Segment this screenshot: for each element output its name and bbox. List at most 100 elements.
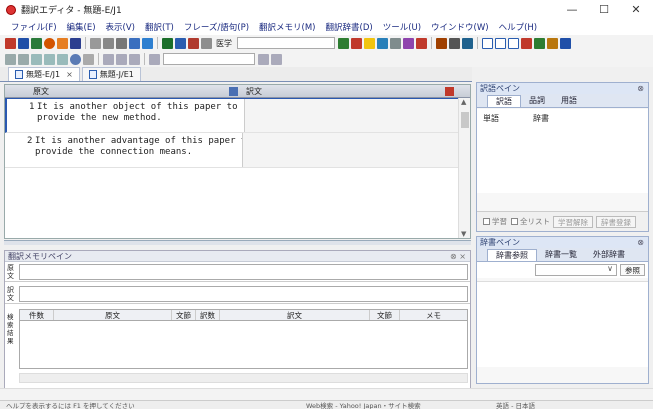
view-toggle-3-icon[interactable]: [508, 37, 519, 49]
dict-add-icon[interactable]: [547, 37, 558, 49]
tm-target-field[interactable]: [19, 286, 468, 302]
stop-icon[interactable]: [188, 37, 199, 49]
field-label[interactable]: 医学: [216, 38, 232, 49]
tab-close-button[interactable]: ×: [66, 70, 73, 79]
tm-source-field[interactable]: [19, 264, 468, 280]
record-icon[interactable]: [116, 53, 127, 65]
dict-select[interactable]: [535, 264, 617, 276]
open-icon[interactable]: [18, 37, 29, 49]
menu-memory[interactable]: 翻訳メモリ(M): [254, 21, 320, 33]
target-cell[interactable]: [242, 133, 458, 167]
tab-je1[interactable]: 無題-J/E1: [81, 67, 141, 81]
learn-checkbox[interactable]: [483, 218, 490, 225]
heart-icon[interactable]: [416, 37, 427, 49]
dict-icon[interactable]: [377, 37, 388, 49]
view-toggle-2-icon[interactable]: [495, 37, 506, 49]
text-icon[interactable]: [57, 53, 68, 65]
col-source[interactable]: 原文: [54, 310, 172, 320]
pane-splitter[interactable]: [4, 240, 471, 245]
translate-icon[interactable]: [162, 37, 173, 49]
menu-translate[interactable]: 翻訳(T): [140, 21, 179, 33]
list-icon[interactable]: [149, 53, 160, 65]
tab-external-dict[interactable]: 外部辞書: [585, 249, 633, 261]
grid-row[interactable]: 1 It is another object of this paper to …: [5, 98, 470, 133]
cut-icon[interactable]: [90, 37, 101, 49]
paste-icon[interactable]: [116, 37, 127, 49]
menu-phrase[interactable]: フレーズ/語句(P): [179, 21, 254, 33]
tab-terms[interactable]: 訳語: [487, 95, 521, 107]
target-header-icon[interactable]: [445, 87, 454, 96]
web-icon[interactable]: [44, 37, 55, 49]
check-icon[interactable]: [403, 37, 414, 49]
font-icon[interactable]: [390, 37, 401, 49]
tab-dict-list[interactable]: 辞書一覧: [537, 249, 585, 261]
refresh-icon[interactable]: [31, 53, 42, 65]
col-dictionary[interactable]: 辞書: [533, 113, 549, 124]
save-icon[interactable]: [70, 37, 81, 49]
col-word[interactable]: 単語: [483, 113, 533, 124]
source-cell[interactable]: 2 It is another advantage of this paper …: [5, 133, 252, 167]
open-folder-icon[interactable]: [31, 37, 42, 49]
globe-icon[interactable]: [70, 53, 81, 65]
status-web-search[interactable]: Web検索 - Yahoo! Japan・サイト検索: [300, 400, 450, 409]
target-cell[interactable]: [244, 99, 460, 132]
forward-icon[interactable]: [18, 53, 29, 65]
edit-icon[interactable]: [436, 37, 447, 49]
tab-glossary[interactable]: 用語: [553, 95, 585, 107]
maximize-button[interactable]: ☐: [588, 0, 620, 19]
play-icon[interactable]: [103, 53, 114, 65]
translate-all-icon[interactable]: [175, 37, 186, 49]
all-list-checkbox[interactable]: [511, 218, 518, 225]
highlight-icon[interactable]: [364, 37, 375, 49]
target-column-header[interactable]: 訳文: [242, 85, 458, 97]
help-icon[interactable]: [142, 37, 153, 49]
source-column-header[interactable]: 原文: [5, 85, 242, 97]
close-button[interactable]: ✕: [620, 0, 652, 19]
new-doc-icon[interactable]: [5, 37, 16, 49]
source-header-icon[interactable]: [229, 87, 238, 96]
menu-edit[interactable]: 編集(E): [62, 21, 101, 33]
memory-search-icon[interactable]: [338, 37, 349, 49]
col-target[interactable]: 訳文: [220, 310, 370, 320]
tm-horizontal-scrollbar[interactable]: [19, 373, 468, 383]
copy-icon[interactable]: [103, 37, 114, 49]
dict-pane-pin-icon[interactable]: ⊗: [637, 237, 644, 248]
col-target-segments[interactable]: 文節: [370, 310, 400, 320]
dict-lookup-icon[interactable]: [534, 37, 545, 49]
tab-ej1[interactable]: 無題-E/J1 ×: [8, 67, 80, 81]
col-source-segments[interactable]: 文節: [172, 310, 196, 320]
tab-part-of-speech[interactable]: 品詞: [521, 95, 553, 107]
font-select[interactable]: [163, 53, 255, 65]
view-toggle-1-icon[interactable]: [482, 37, 493, 49]
back-icon[interactable]: [5, 53, 16, 65]
split-icon[interactable]: [129, 53, 140, 65]
field-select[interactable]: [237, 37, 335, 49]
quote-icon[interactable]: [521, 37, 532, 49]
tab-dict-lookup[interactable]: 辞書参照: [487, 249, 537, 261]
col-memo[interactable]: メモ: [400, 310, 467, 320]
print-icon[interactable]: [449, 37, 460, 49]
menu-window[interactable]: ウインドウ(W): [426, 21, 494, 33]
grid-row[interactable]: 2 It is another advantage of this paper …: [5, 133, 470, 168]
undo-icon[interactable]: [129, 37, 140, 49]
col-translation-count[interactable]: 訳数: [196, 310, 220, 320]
scroll-up-icon[interactable]: ▲: [461, 98, 466, 106]
source-cell[interactable]: 1 It is another object of this paper to …: [7, 99, 244, 132]
menu-view[interactable]: 表示(V): [101, 21, 140, 33]
style-icon[interactable]: [258, 53, 269, 65]
format-icon[interactable]: [271, 53, 282, 65]
replace-icon[interactable]: [44, 53, 55, 65]
menu-file[interactable]: ファイル(F): [6, 21, 62, 33]
menu-dictionary[interactable]: 翻訳辞書(D): [321, 21, 378, 33]
tm-pane-close-button[interactable]: ⊗ ×: [450, 251, 466, 262]
col-count[interactable]: 件数: [20, 310, 54, 320]
menu-tools[interactable]: ツール(U): [378, 21, 426, 33]
layout-icon[interactable]: [462, 37, 473, 49]
scroll-down-icon[interactable]: ▼: [461, 230, 466, 238]
dict-reference-button[interactable]: 参照: [620, 264, 645, 276]
memory-register-icon[interactable]: [351, 37, 362, 49]
import-icon[interactable]: [57, 37, 68, 49]
dropdown-icon[interactable]: [83, 53, 94, 65]
dict-register-button[interactable]: 辞書登録: [596, 215, 636, 228]
term-pane-pin-icon[interactable]: ⊗: [637, 83, 644, 94]
